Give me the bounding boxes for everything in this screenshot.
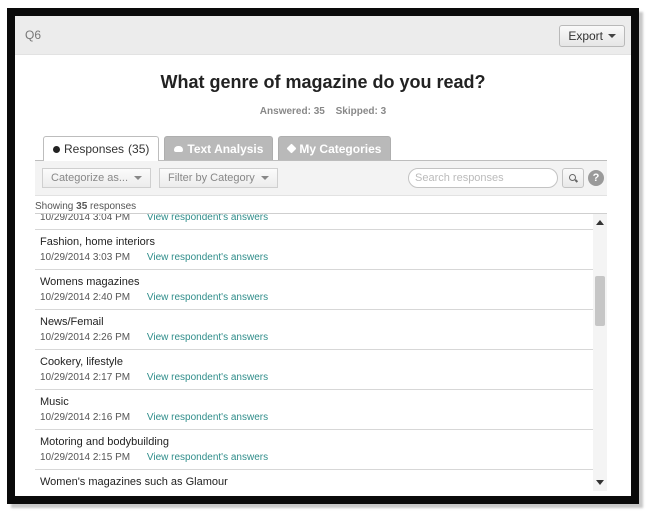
list-item: Fashion, home interiors 10/29/2014 3:03 … xyxy=(35,230,593,270)
scroll-down-icon[interactable] xyxy=(596,480,604,485)
response-date: 10/29/2014 3:03 PM xyxy=(40,252,131,263)
response-text: Cookery, lifestyle xyxy=(40,356,123,368)
response-date: 10/29/2014 2:26 PM xyxy=(40,332,131,343)
tab-my-categories[interactable]: My Categories xyxy=(278,136,392,160)
response-text: Women's magazines such as Glamour xyxy=(40,476,228,488)
response-date: 10/29/2014 2:15 PM xyxy=(40,452,131,463)
export-label: Export xyxy=(568,29,603,43)
response-meta: 10/29/2014 3:04 PM View respondent's ans… xyxy=(40,213,593,225)
view-respondent-link[interactable]: View respondent's answers xyxy=(147,214,268,223)
question-title: What genre of magazine do you read? xyxy=(160,72,486,92)
cloud-icon xyxy=(174,145,184,152)
tab-text-analysis-label: Text Analysis xyxy=(187,141,264,156)
view-respondent-link[interactable]: View respondent's answers xyxy=(147,292,268,303)
list-item: News/Femail 10/29/2014 2:26 PM View resp… xyxy=(35,310,593,350)
export-button[interactable]: Export xyxy=(559,25,625,47)
scrollbar-thumb[interactable] xyxy=(595,276,605,326)
response-date: 10/29/2014 3:04 PM xyxy=(40,213,131,223)
list-item: Womens magazines 10/29/2014 2:40 PM View… xyxy=(35,270,593,310)
list-scrollbar[interactable] xyxy=(593,214,607,491)
tab-responses-count: (35) xyxy=(128,142,150,156)
filter-by-category-dropdown[interactable]: Filter by Category xyxy=(159,168,278,188)
response-stats: Answered: 35 Skipped: 3 xyxy=(15,106,631,117)
view-respondent-link[interactable]: View respondent's answers xyxy=(147,252,268,263)
scroll-up-icon[interactable] xyxy=(596,220,604,225)
tab-my-categories-label: My Categories xyxy=(299,141,382,156)
response-text: Motoring and bodybuilding xyxy=(40,436,170,448)
view-tabs: Responses (35) Text Analysis My Categori… xyxy=(43,136,392,161)
filter-label: Filter by Category xyxy=(168,172,255,184)
answered-count: Answered: 35 xyxy=(259,106,325,117)
question-panel: Q6 Export What genre of magazine do you … xyxy=(7,8,639,504)
view-respondent-link[interactable]: View respondent's answers xyxy=(147,412,268,423)
tab-text-analysis[interactable]: Text Analysis xyxy=(164,136,274,160)
response-date: 10/29/2014 2:17 PM xyxy=(40,372,131,383)
response-text: Fashion, home interiors xyxy=(40,236,155,248)
list-item: Music 10/29/2014 2:16 PM View respondent… xyxy=(35,390,593,430)
categorize-label: Categorize as... xyxy=(51,172,129,184)
response-meta: 10/29/2014 2:15 PM View respondent's ans… xyxy=(40,451,593,465)
list-item: Women's magazines such as Glamour xyxy=(35,470,593,491)
search-input[interactable] xyxy=(408,168,558,188)
response-meta: 10/29/2014 2:40 PM View respondent's ans… xyxy=(40,291,593,305)
chevron-down-icon xyxy=(134,176,143,180)
response-text: Music xyxy=(40,396,69,408)
categorize-dropdown[interactable]: Categorize as... xyxy=(42,168,152,188)
tab-responses[interactable]: Responses (35) xyxy=(43,136,160,161)
showing-suffix: responses xyxy=(90,201,137,212)
responses-scroll-content: 10/29/2014 3:04 PM View respondent's ans… xyxy=(35,213,593,491)
list-item: Cookery, lifestyle 10/29/2014 2:17 PM Vi… xyxy=(35,350,593,390)
search-icon xyxy=(568,173,578,183)
showing-prefix: Showing xyxy=(35,201,74,212)
view-respondent-link[interactable]: View respondent's answers xyxy=(147,372,268,383)
skipped-count: Skipped: 3 xyxy=(335,106,387,117)
response-date: 10/29/2014 2:40 PM xyxy=(40,292,131,303)
question-header: Q6 Export xyxy=(15,16,631,55)
responses-toolbar: Categorize as... Filter by Category ? xyxy=(35,161,607,196)
response-meta: 10/29/2014 2:16 PM View respondent's ans… xyxy=(40,411,593,425)
list-item: Motoring and bodybuilding 10/29/2014 2:1… xyxy=(35,430,593,470)
response-meta: 10/29/2014 2:17 PM View respondent's ans… xyxy=(40,371,593,385)
question-number: Q6 xyxy=(25,28,42,42)
response-meta: 10/29/2014 3:03 PM View respondent's ans… xyxy=(40,251,593,265)
responses-list: 10/29/2014 3:04 PM View respondent's ans… xyxy=(35,213,607,491)
chevron-down-icon xyxy=(608,34,616,38)
bubble-icon xyxy=(53,145,60,153)
view-respondent-link[interactable]: View respondent's answers xyxy=(147,452,268,463)
response-text: News/Femail xyxy=(40,316,104,328)
search-button[interactable] xyxy=(562,168,584,188)
response-meta: 10/29/2014 2:26 PM View respondent's ans… xyxy=(40,331,593,345)
showing-count: Showing 35 responses xyxy=(35,201,136,212)
response-date: 10/29/2014 2:16 PM xyxy=(40,412,131,423)
chevron-down-icon xyxy=(260,176,269,180)
showing-number: 35 xyxy=(76,201,88,212)
view-respondent-link[interactable]: View respondent's answers xyxy=(147,332,268,343)
list-item: 10/29/2014 3:04 PM View respondent's ans… xyxy=(35,213,593,230)
tab-responses-label: Responses xyxy=(64,142,125,156)
response-text: Womens magazines xyxy=(40,276,140,288)
tag-icon xyxy=(286,143,297,154)
help-icon[interactable]: ? xyxy=(588,170,604,186)
